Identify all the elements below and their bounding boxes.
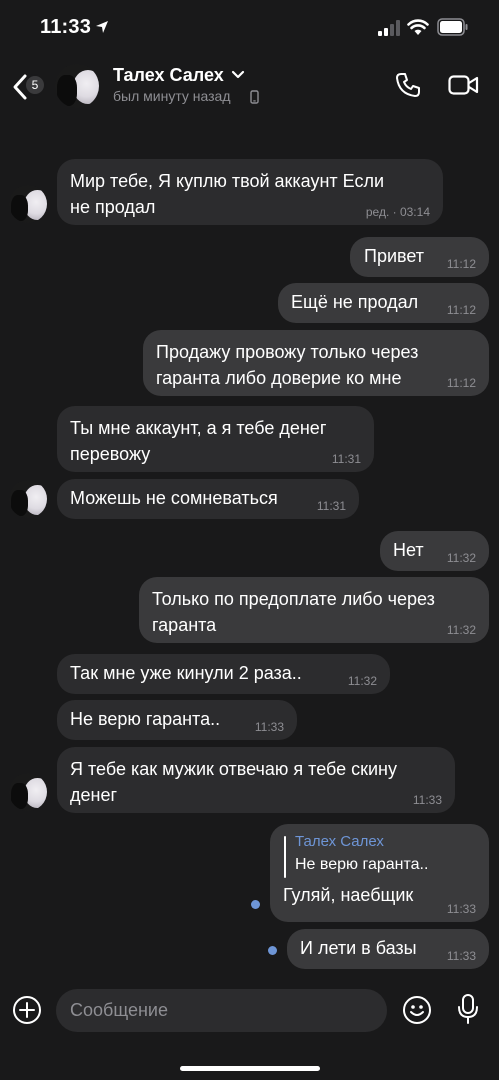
chat-header: 5 Талех Салех был минуту назад xyxy=(0,56,499,116)
microphone-icon[interactable] xyxy=(456,993,480,1025)
message-time: 11:32 xyxy=(347,674,377,688)
message-time: 11:32 xyxy=(446,623,476,637)
message-bubble[interactable]: Не верю гаранта.. 11:33 xyxy=(57,700,297,740)
status-time: 11:33 xyxy=(40,16,92,38)
message-time: 11:33 xyxy=(254,720,284,734)
home-indicator xyxy=(180,1066,320,1071)
emoji-icon[interactable] xyxy=(402,995,432,1025)
message-bubble[interactable]: Ещё не продал 11:12 xyxy=(278,283,489,323)
message-bubble[interactable]: Нет 11:32 xyxy=(380,531,489,571)
message-time: 11:12 xyxy=(446,376,476,390)
message-text: Продажу провожу только через xyxy=(156,342,419,362)
chevron-down-icon[interactable] xyxy=(231,70,245,80)
message-input[interactable]: Сообщение xyxy=(56,989,387,1032)
battery-icon xyxy=(437,18,468,36)
message-text: Гуляй, наебщик xyxy=(283,885,414,905)
sender-avatar[interactable] xyxy=(9,185,47,223)
message-bubble[interactable]: Я тебе как мужик отвечаю я тебе скину де… xyxy=(57,747,455,813)
message-text: Так мне уже кинули 2 раза.. xyxy=(70,663,302,683)
call-icon[interactable] xyxy=(395,72,421,98)
message-bubble[interactable]: Продажу провожу только через гаранта либ… xyxy=(143,330,489,396)
message-text: Ты мне аккаунт, а я тебе денег xyxy=(70,418,327,438)
message-time: 11:33 xyxy=(412,793,442,807)
message-time: 11:33 xyxy=(446,949,476,963)
reply-author: Талех Салех xyxy=(295,833,384,850)
phone-small-icon xyxy=(250,90,259,104)
video-call-icon[interactable] xyxy=(448,74,479,96)
message-bubble-reply[interactable]: Талех Салех Не верю гаранта.. Гуляй, нае… xyxy=(270,824,489,922)
message-bubble[interactable]: Привет 11:12 xyxy=(350,237,489,277)
message-time: 11:12 xyxy=(446,257,476,271)
reply-quoted-text: Не верю гаранта.. xyxy=(295,856,429,873)
message-text: Только по предоплате либо через xyxy=(152,589,435,609)
message-time: 11:32 xyxy=(446,551,476,565)
wifi-icon xyxy=(407,19,429,35)
sender-avatar[interactable] xyxy=(9,480,47,518)
message-time: ред. · 03:14 xyxy=(365,205,430,219)
message-bubble[interactable]: Мир тебе, Я куплю твой аккаунт Если не п… xyxy=(57,159,443,225)
last-seen-status: был минуту назад xyxy=(113,88,231,104)
unread-dot xyxy=(251,900,260,909)
unread-badge: 5 xyxy=(24,74,46,96)
message-text: гаранта xyxy=(152,615,217,635)
message-text: Не верю гаранта.. xyxy=(70,709,221,729)
message-time: 11:31 xyxy=(316,499,346,513)
message-bubble[interactable]: Ты мне аккаунт, а я тебе денег перевожу … xyxy=(57,406,374,472)
message-time: 11:31 xyxy=(331,452,361,466)
message-bubble[interactable]: Можешь не сомневаться 11:31 xyxy=(57,479,359,519)
contact-avatar[interactable] xyxy=(55,64,99,108)
message-text: денег xyxy=(70,785,118,805)
location-arrow-icon xyxy=(96,21,108,33)
message-text: перевожу xyxy=(70,444,151,464)
message-text: Можешь не сомневаться xyxy=(70,488,278,508)
message-bubble[interactable]: Так мне уже кинули 2 раза.. 11:32 xyxy=(57,654,390,694)
message-bubble[interactable]: И лети в базы 11:33 xyxy=(287,929,489,969)
message-composer: Сообщение xyxy=(0,980,499,1080)
reply-quote-bar xyxy=(284,836,286,878)
signal-icon xyxy=(378,20,400,36)
message-bubble[interactable]: Только по предоплате либо через гаранта … xyxy=(139,577,489,643)
message-time: 11:33 xyxy=(446,902,476,916)
unread-dot xyxy=(268,946,277,955)
message-text: Мир тебе, Я куплю твой аккаунт Если xyxy=(70,171,385,191)
message-text: гаранта либо доверие ко мне xyxy=(156,368,402,388)
back-button[interactable]: 5 xyxy=(10,66,50,106)
plus-icon[interactable] xyxy=(12,995,42,1025)
sender-avatar[interactable] xyxy=(9,773,47,811)
message-text: Я тебе как мужик отвечаю я тебе скину xyxy=(70,759,397,779)
status-bar: 11:33 xyxy=(0,0,499,56)
contact-name[interactable]: Талех Салех xyxy=(113,65,224,86)
message-time: 11:12 xyxy=(446,303,476,317)
